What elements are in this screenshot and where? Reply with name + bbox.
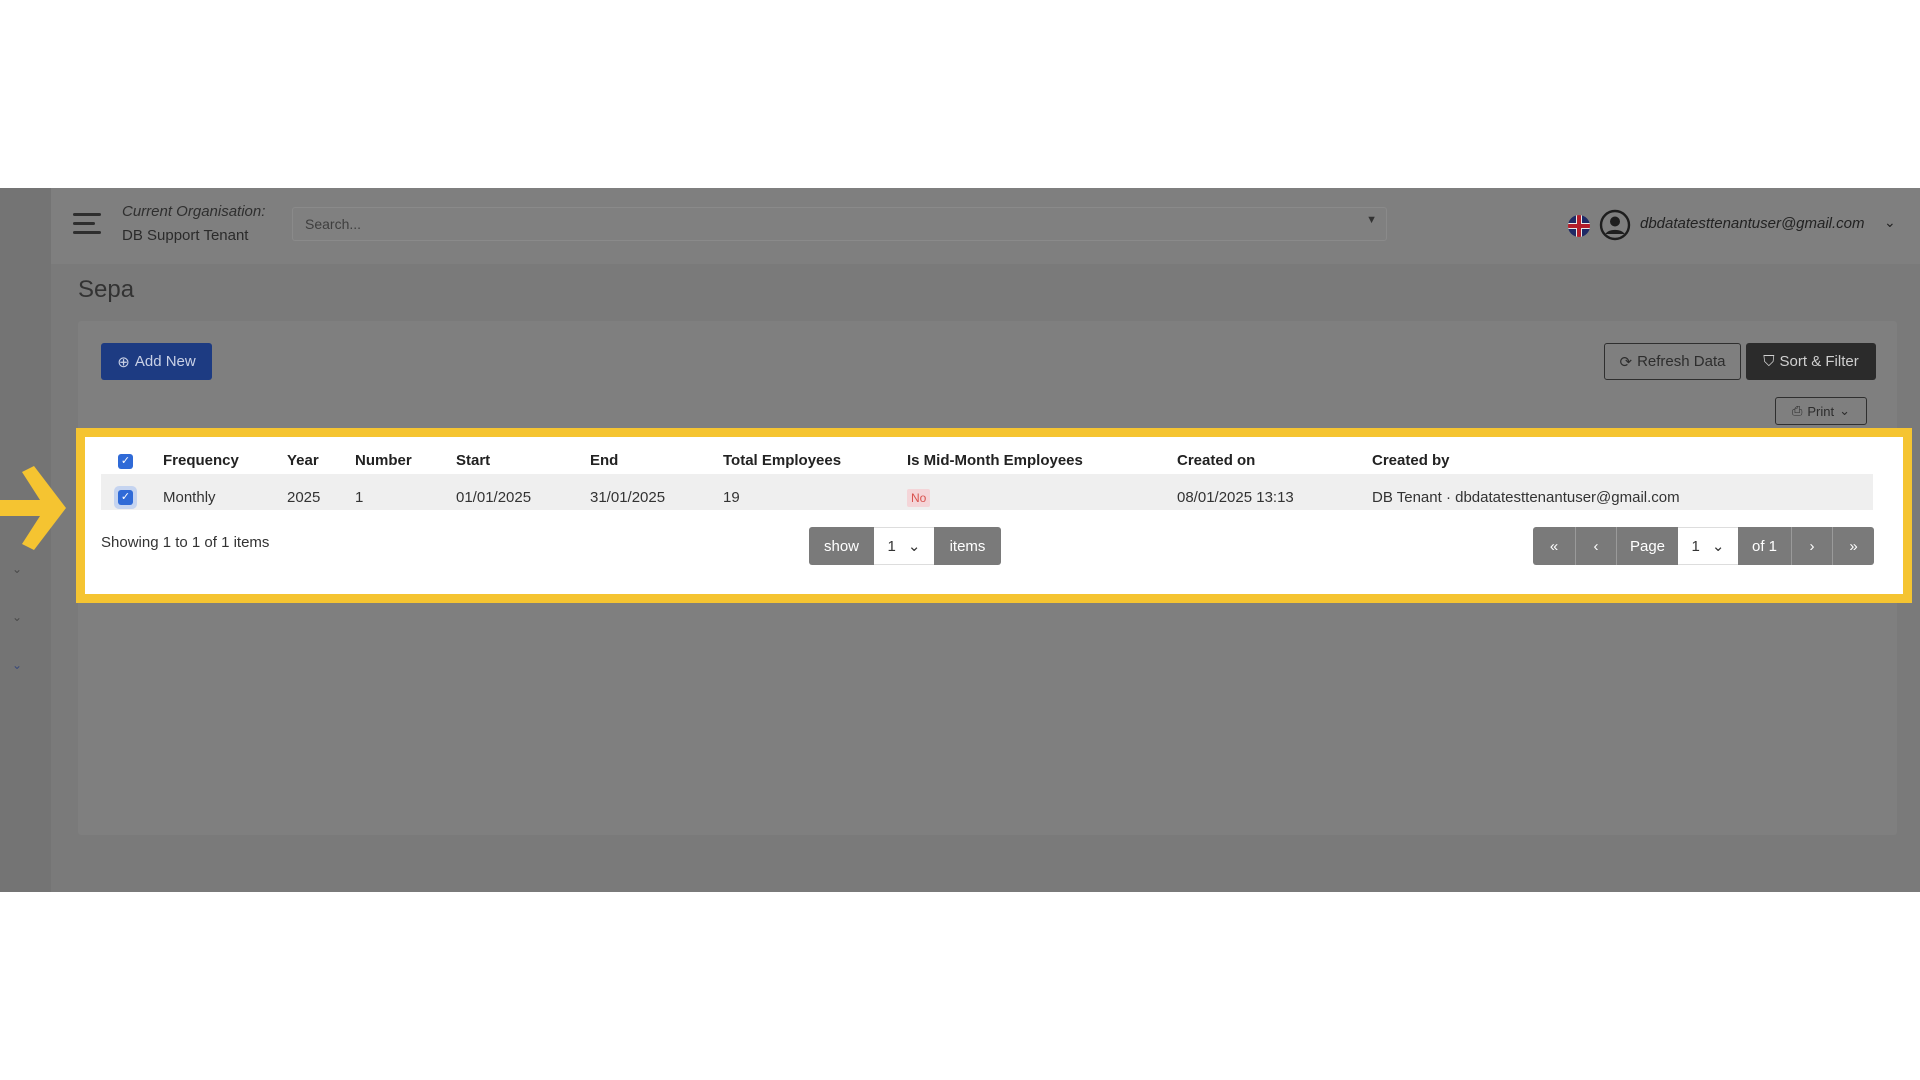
showing-count: Showing 1 to 1 of 1 items: [101, 534, 270, 551]
cell-year: 2025: [287, 489, 321, 506]
header-created-by[interactable]: Created by: [1372, 452, 1450, 469]
prev-page-button[interactable]: ‹: [1576, 527, 1617, 565]
stage: ⌄ ⌄ ⌄ Current Organisation: DB Support T…: [0, 0, 1920, 1080]
next-page-button[interactable]: ›: [1792, 527, 1833, 565]
last-page-button[interactable]: »: [1833, 527, 1874, 565]
filter-icon: ⛉: [1763, 353, 1775, 370]
row-checkbox[interactable]: ✓: [118, 490, 133, 505]
chevron-left-icon: ‹: [1593, 537, 1599, 555]
pointer-arrow-icon: [0, 466, 66, 550]
caret-down-icon: ▼: [1366, 214, 1377, 226]
select-all-checkbox[interactable]: ✓: [118, 454, 133, 469]
header-number[interactable]: Number: [355, 452, 412, 469]
per-page-value: 1: [887, 537, 896, 555]
sort-filter-button[interactable]: ⛉ Sort & Filter: [1746, 343, 1876, 380]
cell-total-employees: 19: [723, 489, 740, 506]
data-table: ✓ Frequency Year Number Start End Total …: [85, 437, 1903, 594]
highlight-box: ✓ Frequency Year Number Start End Total …: [76, 428, 1912, 603]
cell-number: 1: [355, 489, 364, 506]
plus-circle-icon: ⊕: [117, 353, 130, 371]
printer-icon: ⎙: [1791, 403, 1803, 418]
current-page-value: 1: [1691, 537, 1700, 555]
refresh-icon: ⟳: [1619, 353, 1633, 371]
print-label: Print: [1807, 403, 1835, 419]
header-frequency[interactable]: Frequency: [163, 452, 239, 469]
chevron-down-icon[interactable]: ⌄: [10, 562, 24, 576]
header-start[interactable]: Start: [456, 452, 490, 469]
sort-filter-label: Sort & Filter: [1779, 353, 1859, 370]
org-label: Current Organisation:: [122, 203, 266, 220]
header-is-mid-month-employees[interactable]: Is Mid-Month Employees: [907, 452, 1083, 469]
menu-icon[interactable]: [73, 212, 101, 236]
add-new-label: Add New: [134, 353, 196, 370]
header-year[interactable]: Year: [287, 452, 319, 469]
chevron-down-icon: ⌄: [1839, 403, 1851, 418]
user-avatar-icon[interactable]: [1599, 209, 1631, 241]
page-label: Page: [1617, 527, 1678, 565]
cell-created-by: DB Tenant · dbdatatesttenantuser@gmail.c…: [1372, 489, 1680, 506]
chevron-down-icon[interactable]: ⌄: [10, 610, 24, 624]
double-chevron-right-icon: »: [1849, 537, 1858, 555]
double-chevron-left-icon: «: [1549, 537, 1559, 555]
search-input[interactable]: Search... ▼: [292, 207, 1387, 241]
page-select[interactable]: 1 ⌄: [1678, 527, 1738, 565]
chevron-down-icon[interactable]: ⌄: [10, 658, 24, 672]
add-new-button[interactable]: ⊕ Add New: [101, 343, 212, 380]
per-page-select[interactable]: 1 ⌄: [874, 527, 934, 565]
items-label: items: [934, 527, 1001, 565]
cell-created-on: 08/01/2025 13:13: [1177, 489, 1294, 506]
page-title: Sepa: [78, 276, 135, 303]
chevron-down-icon[interactable]: ⌄: [1884, 214, 1896, 231]
header-total-employees[interactable]: Total Employees: [723, 452, 841, 469]
show-label: show: [809, 527, 874, 565]
cell-end: 31/01/2025: [590, 489, 666, 506]
chevron-down-icon: ⌄: [907, 538, 921, 555]
top-bar: Current Organisation: DB Support Tenant …: [51, 188, 1920, 264]
uk-flag-icon[interactable]: [1568, 215, 1590, 237]
header-end[interactable]: End: [590, 452, 618, 469]
user-email[interactable]: dbdatatesttenantuser@gmail.com: [1640, 215, 1865, 232]
search-placeholder: Search...: [305, 216, 362, 232]
of-pages-label: of 1: [1738, 527, 1792, 565]
cell-frequency: Monthly: [163, 489, 216, 506]
cell-start: 01/01/2025: [456, 489, 532, 506]
mid-month-status-badge: No: [907, 489, 931, 507]
org-name[interactable]: DB Support Tenant: [122, 227, 248, 244]
print-button[interactable]: ⎙ Print ⌄: [1775, 397, 1867, 425]
first-page-button[interactable]: «: [1533, 527, 1576, 565]
chevron-right-icon: ›: [1809, 537, 1815, 555]
header-created-on[interactable]: Created on: [1177, 452, 1255, 469]
refresh-label: Refresh Data: [1637, 353, 1726, 370]
chevron-down-icon: ⌄: [1711, 538, 1725, 555]
refresh-data-button[interactable]: ⟳ Refresh Data: [1604, 343, 1741, 380]
